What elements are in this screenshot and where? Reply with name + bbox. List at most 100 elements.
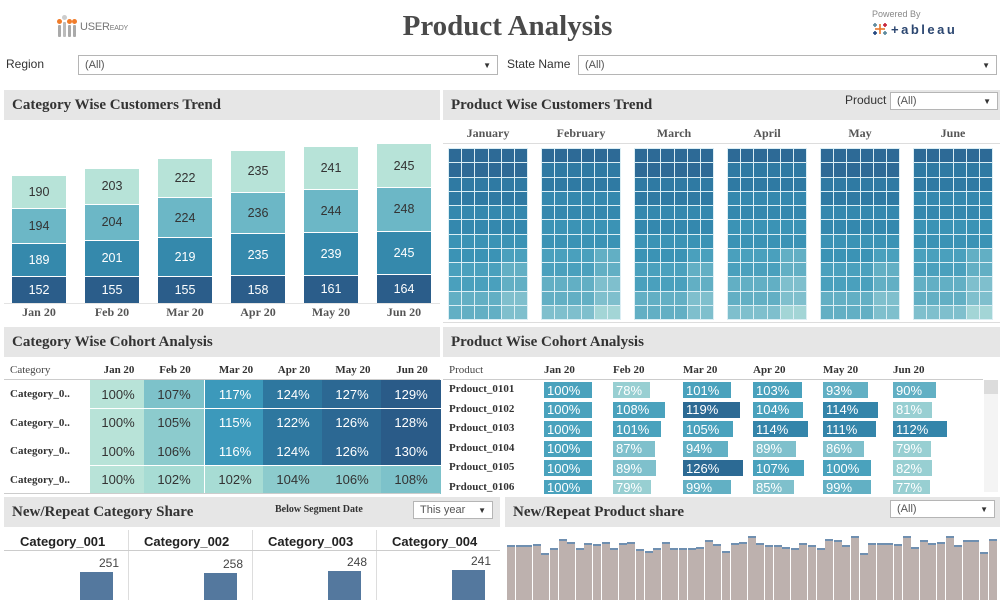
bar-segment[interactable]: 235 (231, 233, 285, 276)
heatmap-cell[interactable]: 122% (263, 408, 323, 437)
treemap-cell[interactable] (847, 206, 860, 220)
treemap-cell[interactable] (847, 277, 860, 291)
treemap-cell[interactable] (607, 177, 620, 191)
cohort-bar[interactable]: 114% (823, 401, 878, 418)
treemap-cell[interactable] (700, 277, 713, 291)
treemap-cell[interactable] (979, 263, 992, 277)
treemap-cell[interactable] (728, 149, 741, 163)
product-share-bar[interactable] (894, 544, 902, 600)
treemap-cell[interactable] (741, 220, 754, 234)
treemap-cell[interactable] (635, 277, 648, 291)
treemap-cell[interactable] (767, 234, 780, 248)
treemap-cell[interactable] (648, 263, 661, 277)
treemap-cell[interactable] (661, 177, 674, 191)
treemap-cell[interactable] (860, 163, 873, 177)
treemap-cell[interactable] (568, 191, 581, 205)
heatmap-cell[interactable]: 126% (322, 408, 382, 437)
treemap-cell[interactable] (979, 248, 992, 262)
cohort-bar[interactable]: 100% (544, 421, 592, 437)
treemap-cell[interactable] (834, 149, 847, 163)
bar-segment[interactable]: 241 (304, 146, 358, 190)
bar-segment[interactable]: 239 (304, 232, 358, 275)
treemap-cell[interactable] (754, 206, 767, 220)
cohort-bar[interactable]: 93% (823, 382, 868, 398)
treemap-cell[interactable] (700, 220, 713, 234)
cohort-bar[interactable]: 82% (893, 460, 933, 476)
cohort-bar[interactable]: 85% (753, 479, 794, 494)
segment-date-dropdown[interactable]: This year ▼ (413, 501, 493, 519)
treemap-cell[interactable] (700, 149, 713, 163)
treemap-cell[interactable] (780, 220, 793, 234)
treemap-cell[interactable] (927, 234, 940, 248)
treemap-cell[interactable] (607, 220, 620, 234)
treemap-cell[interactable] (607, 191, 620, 205)
category-share-bar[interactable] (204, 573, 237, 600)
treemap-cell[interactable] (940, 163, 953, 177)
treemap-cell[interactable] (462, 191, 475, 205)
product-share-bar[interactable] (816, 548, 825, 600)
treemap-cell[interactable] (488, 177, 501, 191)
treemap-cell[interactable] (966, 263, 979, 277)
treemap-cell[interactable] (834, 234, 847, 248)
treemap-cell[interactable] (475, 163, 488, 177)
treemap-cell[interactable] (847, 234, 860, 248)
treemap-cell[interactable] (607, 163, 620, 177)
treemap-cell[interactable] (674, 149, 687, 163)
treemap-cell[interactable] (741, 191, 754, 205)
product-share-bar[interactable] (679, 548, 687, 600)
category-share-bar[interactable] (328, 571, 361, 600)
treemap-cell[interactable] (449, 305, 462, 319)
treemap-cell[interactable] (953, 163, 966, 177)
heatmap-cell[interactable]: 107% (144, 380, 204, 408)
treemap-cell[interactable] (793, 277, 806, 291)
treemap-cell[interactable] (635, 234, 648, 248)
heatmap-cell[interactable]: 100% (90, 437, 146, 465)
treemap-cell[interactable] (767, 305, 780, 319)
product-share-bar[interactable] (722, 550, 730, 600)
treemap-cell[interactable] (834, 177, 847, 191)
treemap-cell[interactable] (953, 177, 966, 191)
product-share-bar[interactable] (911, 546, 920, 600)
treemap-cell[interactable] (568, 263, 581, 277)
treemap-cell[interactable] (501, 291, 514, 305)
treemap-cell[interactable] (767, 177, 780, 191)
treemap-cell[interactable] (514, 234, 527, 248)
treemap-cell[interactable] (475, 206, 488, 220)
treemap-cell[interactable] (488, 149, 501, 163)
treemap-cell[interactable] (754, 234, 767, 248)
treemap-cell[interactable] (635, 305, 648, 319)
treemap-cell[interactable] (581, 177, 594, 191)
treemap-cell[interactable] (542, 248, 555, 262)
treemap-cell[interactable] (462, 277, 475, 291)
treemap-cell[interactable] (555, 149, 568, 163)
treemap-cell[interactable] (648, 234, 661, 248)
bar-segment[interactable]: 244 (304, 189, 358, 233)
treemap-cell[interactable] (674, 305, 687, 319)
heatmap-cell[interactable]: 106% (144, 437, 204, 465)
treemap-cell[interactable] (488, 277, 501, 291)
treemap-cell[interactable] (821, 220, 834, 234)
treemap-cell[interactable] (514, 177, 527, 191)
treemap-cell[interactable] (821, 277, 834, 291)
cohort-bar[interactable]: 90% (893, 382, 937, 398)
product-share-bar[interactable] (670, 548, 679, 600)
treemap-cell[interactable] (834, 277, 847, 291)
treemap-cell[interactable] (953, 149, 966, 163)
bar-segment[interactable]: 245 (377, 143, 431, 187)
bar-segment[interactable]: 248 (377, 186, 431, 231)
cohort-bar[interactable]: 100% (544, 460, 592, 476)
product-share-bar[interactable] (601, 541, 610, 600)
treemap-cell[interactable] (700, 163, 713, 177)
treemap-cell[interactable] (873, 206, 886, 220)
treemap-cell[interactable] (927, 277, 940, 291)
treemap-cell[interactable] (542, 191, 555, 205)
treemap-cell[interactable] (873, 177, 886, 191)
treemap-cell[interactable] (793, 191, 806, 205)
cohort-bar[interactable]: 111% (823, 421, 877, 437)
treemap-cell[interactable] (700, 263, 713, 277)
treemap-cell[interactable] (648, 220, 661, 234)
treemap-cell[interactable] (940, 277, 953, 291)
product-share-bar[interactable] (507, 545, 515, 600)
product-share-bar[interactable] (558, 538, 567, 600)
treemap-cell[interactable] (501, 206, 514, 220)
